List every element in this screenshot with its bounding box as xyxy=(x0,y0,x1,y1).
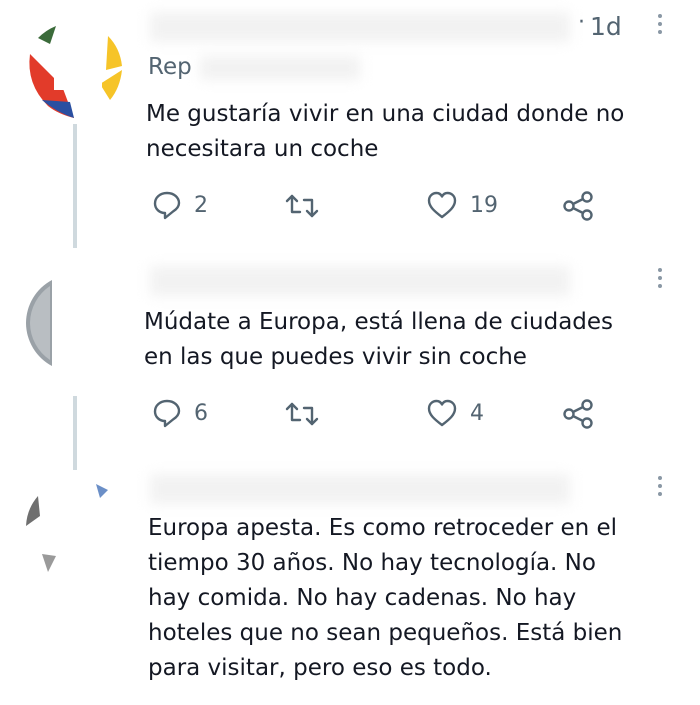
more-vertical-icon[interactable] xyxy=(657,476,663,500)
heart-icon xyxy=(427,191,457,219)
reply-button[interactable]: 2 xyxy=(152,190,208,220)
replying-to-label: Rep xyxy=(148,54,192,80)
redacted-reply-handle xyxy=(200,56,360,80)
reply-count: 6 xyxy=(194,400,208,426)
more-vertical-icon[interactable] xyxy=(657,268,663,292)
avatar-image xyxy=(22,270,128,376)
more-vertical-icon[interactable] xyxy=(657,14,663,38)
share-icon xyxy=(563,399,593,429)
reply-icon xyxy=(153,191,181,220)
share-button[interactable] xyxy=(562,190,594,222)
retweet-icon xyxy=(285,402,319,426)
avatar[interactable] xyxy=(22,14,128,120)
timestamp: 1d xyxy=(590,12,622,41)
like-button[interactable]: 19 xyxy=(426,190,498,220)
thread-line-1 xyxy=(73,124,77,248)
retweet-button[interactable] xyxy=(285,400,331,428)
avatar-image xyxy=(22,14,128,120)
like-button[interactable]: 4 xyxy=(426,398,484,428)
like-count: 19 xyxy=(470,192,498,218)
reply-icon xyxy=(153,399,181,428)
tweet-text: Me gustaría vivir en una ciudad donde no… xyxy=(146,101,625,162)
redacted-username xyxy=(150,474,570,504)
thread-line-2 xyxy=(73,396,77,470)
redacted-username xyxy=(150,12,570,42)
retweet-icon xyxy=(285,194,319,218)
retweet-button[interactable] xyxy=(285,192,331,220)
reply-count: 2 xyxy=(194,192,208,218)
heart-icon xyxy=(427,399,457,427)
redacted-username xyxy=(150,266,570,296)
share-icon xyxy=(563,191,593,221)
timestamp-dot: · xyxy=(578,10,585,35)
avatar-image xyxy=(22,476,128,582)
avatar[interactable] xyxy=(22,476,128,582)
share-button[interactable] xyxy=(562,398,594,430)
avatar[interactable] xyxy=(22,270,128,376)
reply-button[interactable]: 6 xyxy=(152,398,208,428)
tweet-text: Múdate a Europa, está llena de ciudades … xyxy=(144,309,614,370)
tweet-text: Europa apesta. Es como retroceder en el … xyxy=(148,515,623,681)
like-count: 4 xyxy=(470,400,484,426)
